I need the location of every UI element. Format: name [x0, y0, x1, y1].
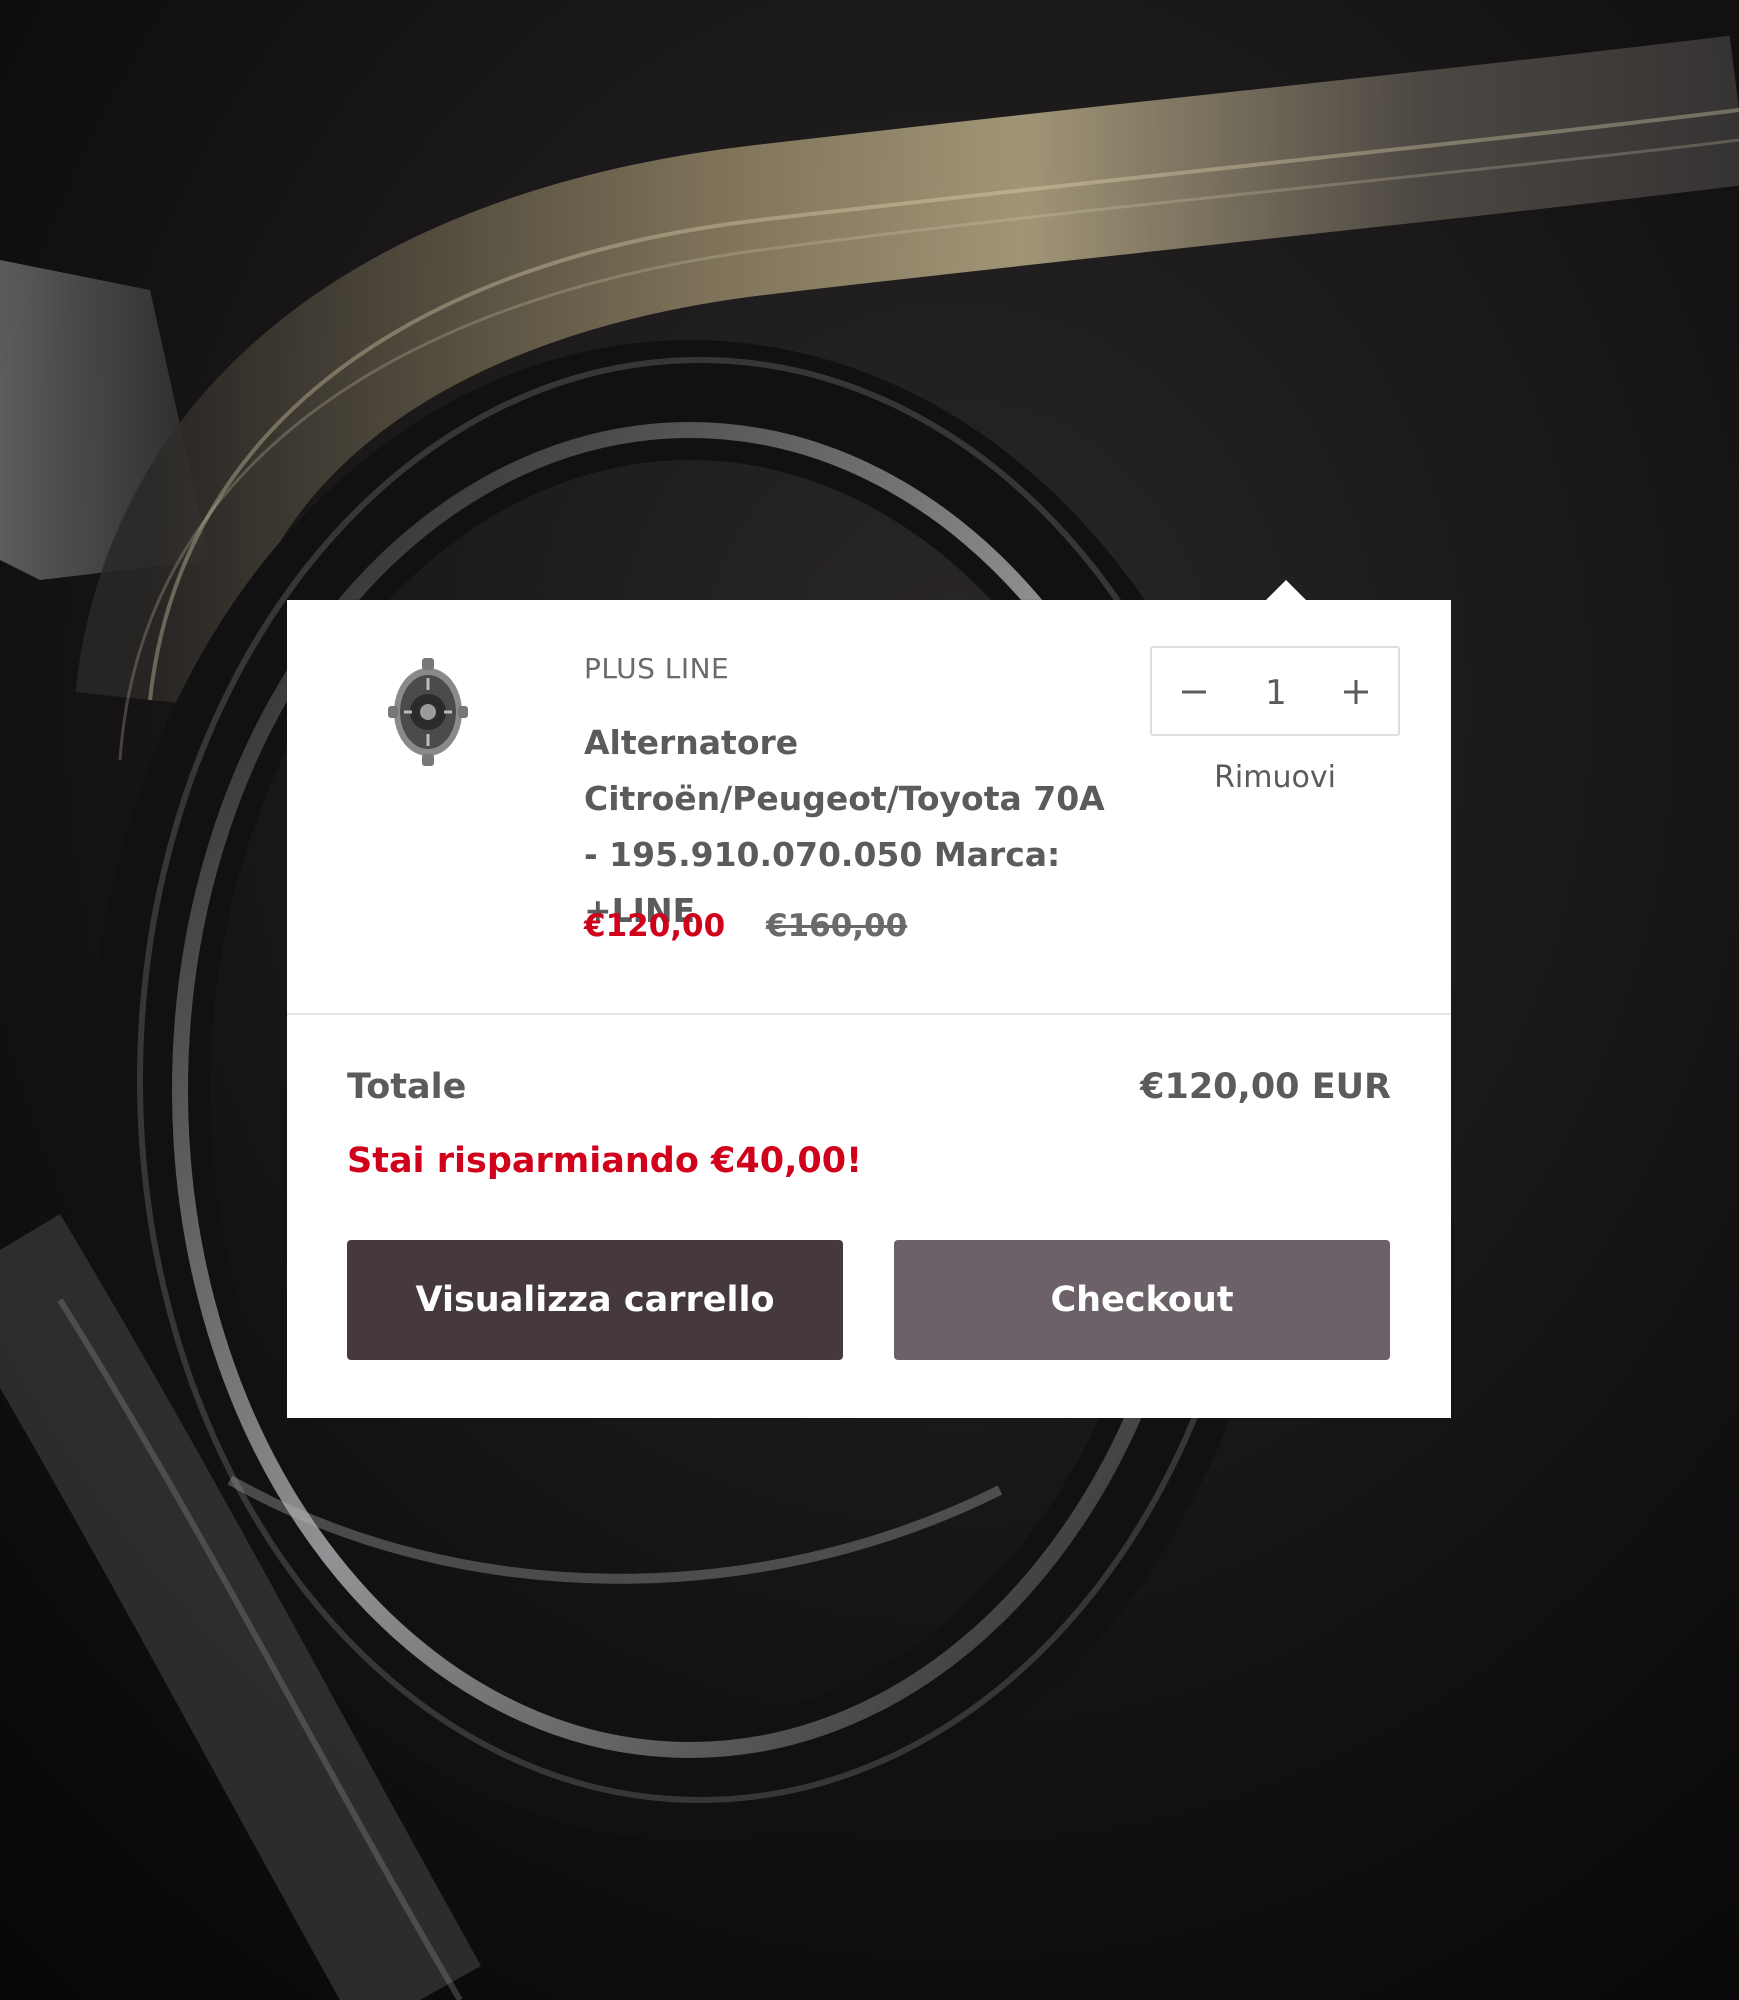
quantity-stepper: 1 — [1150, 646, 1400, 736]
price-row: €120,00 €160,00 — [584, 908, 907, 944]
alternator-icon[interactable] — [382, 648, 474, 776]
qty-increase-button[interactable] — [1326, 662, 1386, 722]
minus-icon — [1182, 690, 1206, 694]
product-title[interactable]: Alternatore Citroën/Peugeot/Toyota 70A -… — [584, 715, 1124, 939]
sale-price: €120,00 — [584, 908, 726, 944]
remove-item-link[interactable]: Rimuovi — [1150, 760, 1400, 795]
total-value: €120,00 EUR — [1140, 1067, 1391, 1107]
cart-popover: PLUS LINE Alternatore Citroën/Peugeot/To… — [287, 600, 1451, 1418]
product-vendor: PLUS LINE — [584, 652, 730, 685]
plus-icon — [1344, 680, 1368, 704]
qty-decrease-button[interactable] — [1164, 662, 1224, 722]
total-label: Totale — [347, 1067, 467, 1107]
quantity-input[interactable]: 1 — [1236, 666, 1316, 720]
cart-item: PLUS LINE Alternatore Citroën/Peugeot/To… — [287, 600, 1451, 1013]
savings-message: Stai risparmiando €40,00! — [347, 1141, 863, 1181]
compare-price: €160,00 — [766, 908, 908, 944]
view-cart-button[interactable]: Visualizza carrello — [347, 1240, 843, 1360]
divider — [287, 1013, 1451, 1015]
checkout-button[interactable]: Checkout — [894, 1240, 1390, 1360]
popover-caret — [1266, 580, 1306, 600]
